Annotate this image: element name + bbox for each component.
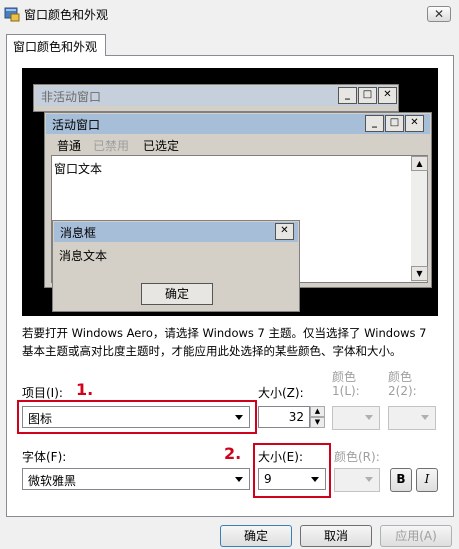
close-icon: ✕ (433, 7, 445, 21)
font-size-select-value: 9 (264, 472, 272, 486)
item-select[interactable]: 图标 (22, 406, 250, 428)
cancel-button[interactable]: 取消 (300, 525, 372, 547)
chevron-down-icon (235, 477, 243, 482)
font-size-label: 大小(E): (258, 450, 303, 464)
close-button[interactable]: ✕ (427, 6, 451, 22)
maximize-icon: □ (358, 87, 377, 104)
font-select-value: 微软雅黑 (28, 474, 77, 488)
minimize-icon: _ (365, 115, 384, 132)
window-title: 窗口颜色和外观 (24, 8, 109, 22)
font-color-picker[interactable] (334, 468, 380, 492)
font-size-select[interactable]: 9 (258, 468, 326, 490)
italic-button[interactable]: I (416, 468, 438, 492)
color1-picker[interactable] (332, 406, 380, 430)
close-icon: ✕ (405, 115, 424, 132)
item-select-value: 图标 (28, 412, 53, 426)
color2-picker[interactable] (388, 406, 436, 430)
message-text: 消息文本 (59, 249, 108, 263)
color1-label-top: 颜色 (332, 370, 357, 384)
color1-label: 1(L): (332, 384, 360, 398)
font-label: 字体(F): (22, 450, 67, 464)
font-select[interactable]: 微软雅黑 (22, 468, 250, 490)
chevron-down-icon (365, 477, 373, 482)
menu-item-normal: 普通 (57, 139, 82, 153)
inactive-window-title: 非活动窗口 (41, 90, 102, 104)
size-up-icon[interactable]: ▲ (310, 406, 325, 417)
close-icon: ✕ (378, 87, 397, 104)
apply-button[interactable]: 应用(A) (380, 525, 452, 547)
size-down-icon[interactable]: ▼ (310, 417, 325, 428)
active-window-title: 活动窗口 (52, 118, 101, 132)
item-size-input[interactable]: 32 (258, 406, 310, 428)
chevron-down-icon (365, 415, 373, 420)
ok-button[interactable]: 确定 (220, 525, 292, 547)
bold-button[interactable]: B (390, 468, 412, 492)
annotation-2: 2. (224, 444, 242, 463)
scroll-down-icon: ▼ (411, 266, 428, 281)
message-box-titlebar: 消息框 (54, 222, 298, 242)
aero-note: 若要打开 Windows Aero，请选择 Windows 7 主题。仅当选择了… (22, 326, 427, 358)
preview-scrollbar (411, 156, 427, 282)
preview-ok-button: 确定 (141, 283, 213, 305)
close-icon: ✕ (275, 223, 294, 240)
item-size-label: 大小(Z): (258, 386, 304, 400)
inactive-window: 非活动窗口 _ □ ✕ (33, 84, 399, 112)
color2-label-top: 颜色 (388, 370, 413, 384)
annotation-1: 1. (76, 380, 94, 399)
tab-window-color-appearance[interactable]: 窗口颜色和外观 (6, 34, 106, 56)
menu-item-disabled: 已禁用 (93, 139, 130, 153)
font-color-label: 颜色(R): (334, 450, 380, 464)
message-box-title: 消息框 (60, 226, 97, 240)
maximize-icon: □ (385, 115, 404, 132)
chevron-down-icon (421, 415, 429, 420)
scroll-up-icon: ▲ (411, 156, 428, 171)
minimize-icon: _ (338, 87, 357, 104)
message-box: 消息框 ✕ 消息文本 确定 (52, 220, 300, 312)
item-label: 项目(I): (22, 386, 63, 400)
window-text: 窗口文本 (54, 162, 103, 176)
menu-item-selected: 已选定 (143, 139, 180, 153)
chevron-down-icon (311, 477, 319, 482)
color2-label: 2(2): (388, 384, 417, 398)
chevron-down-icon (235, 415, 243, 420)
appearance-icon (4, 6, 20, 22)
